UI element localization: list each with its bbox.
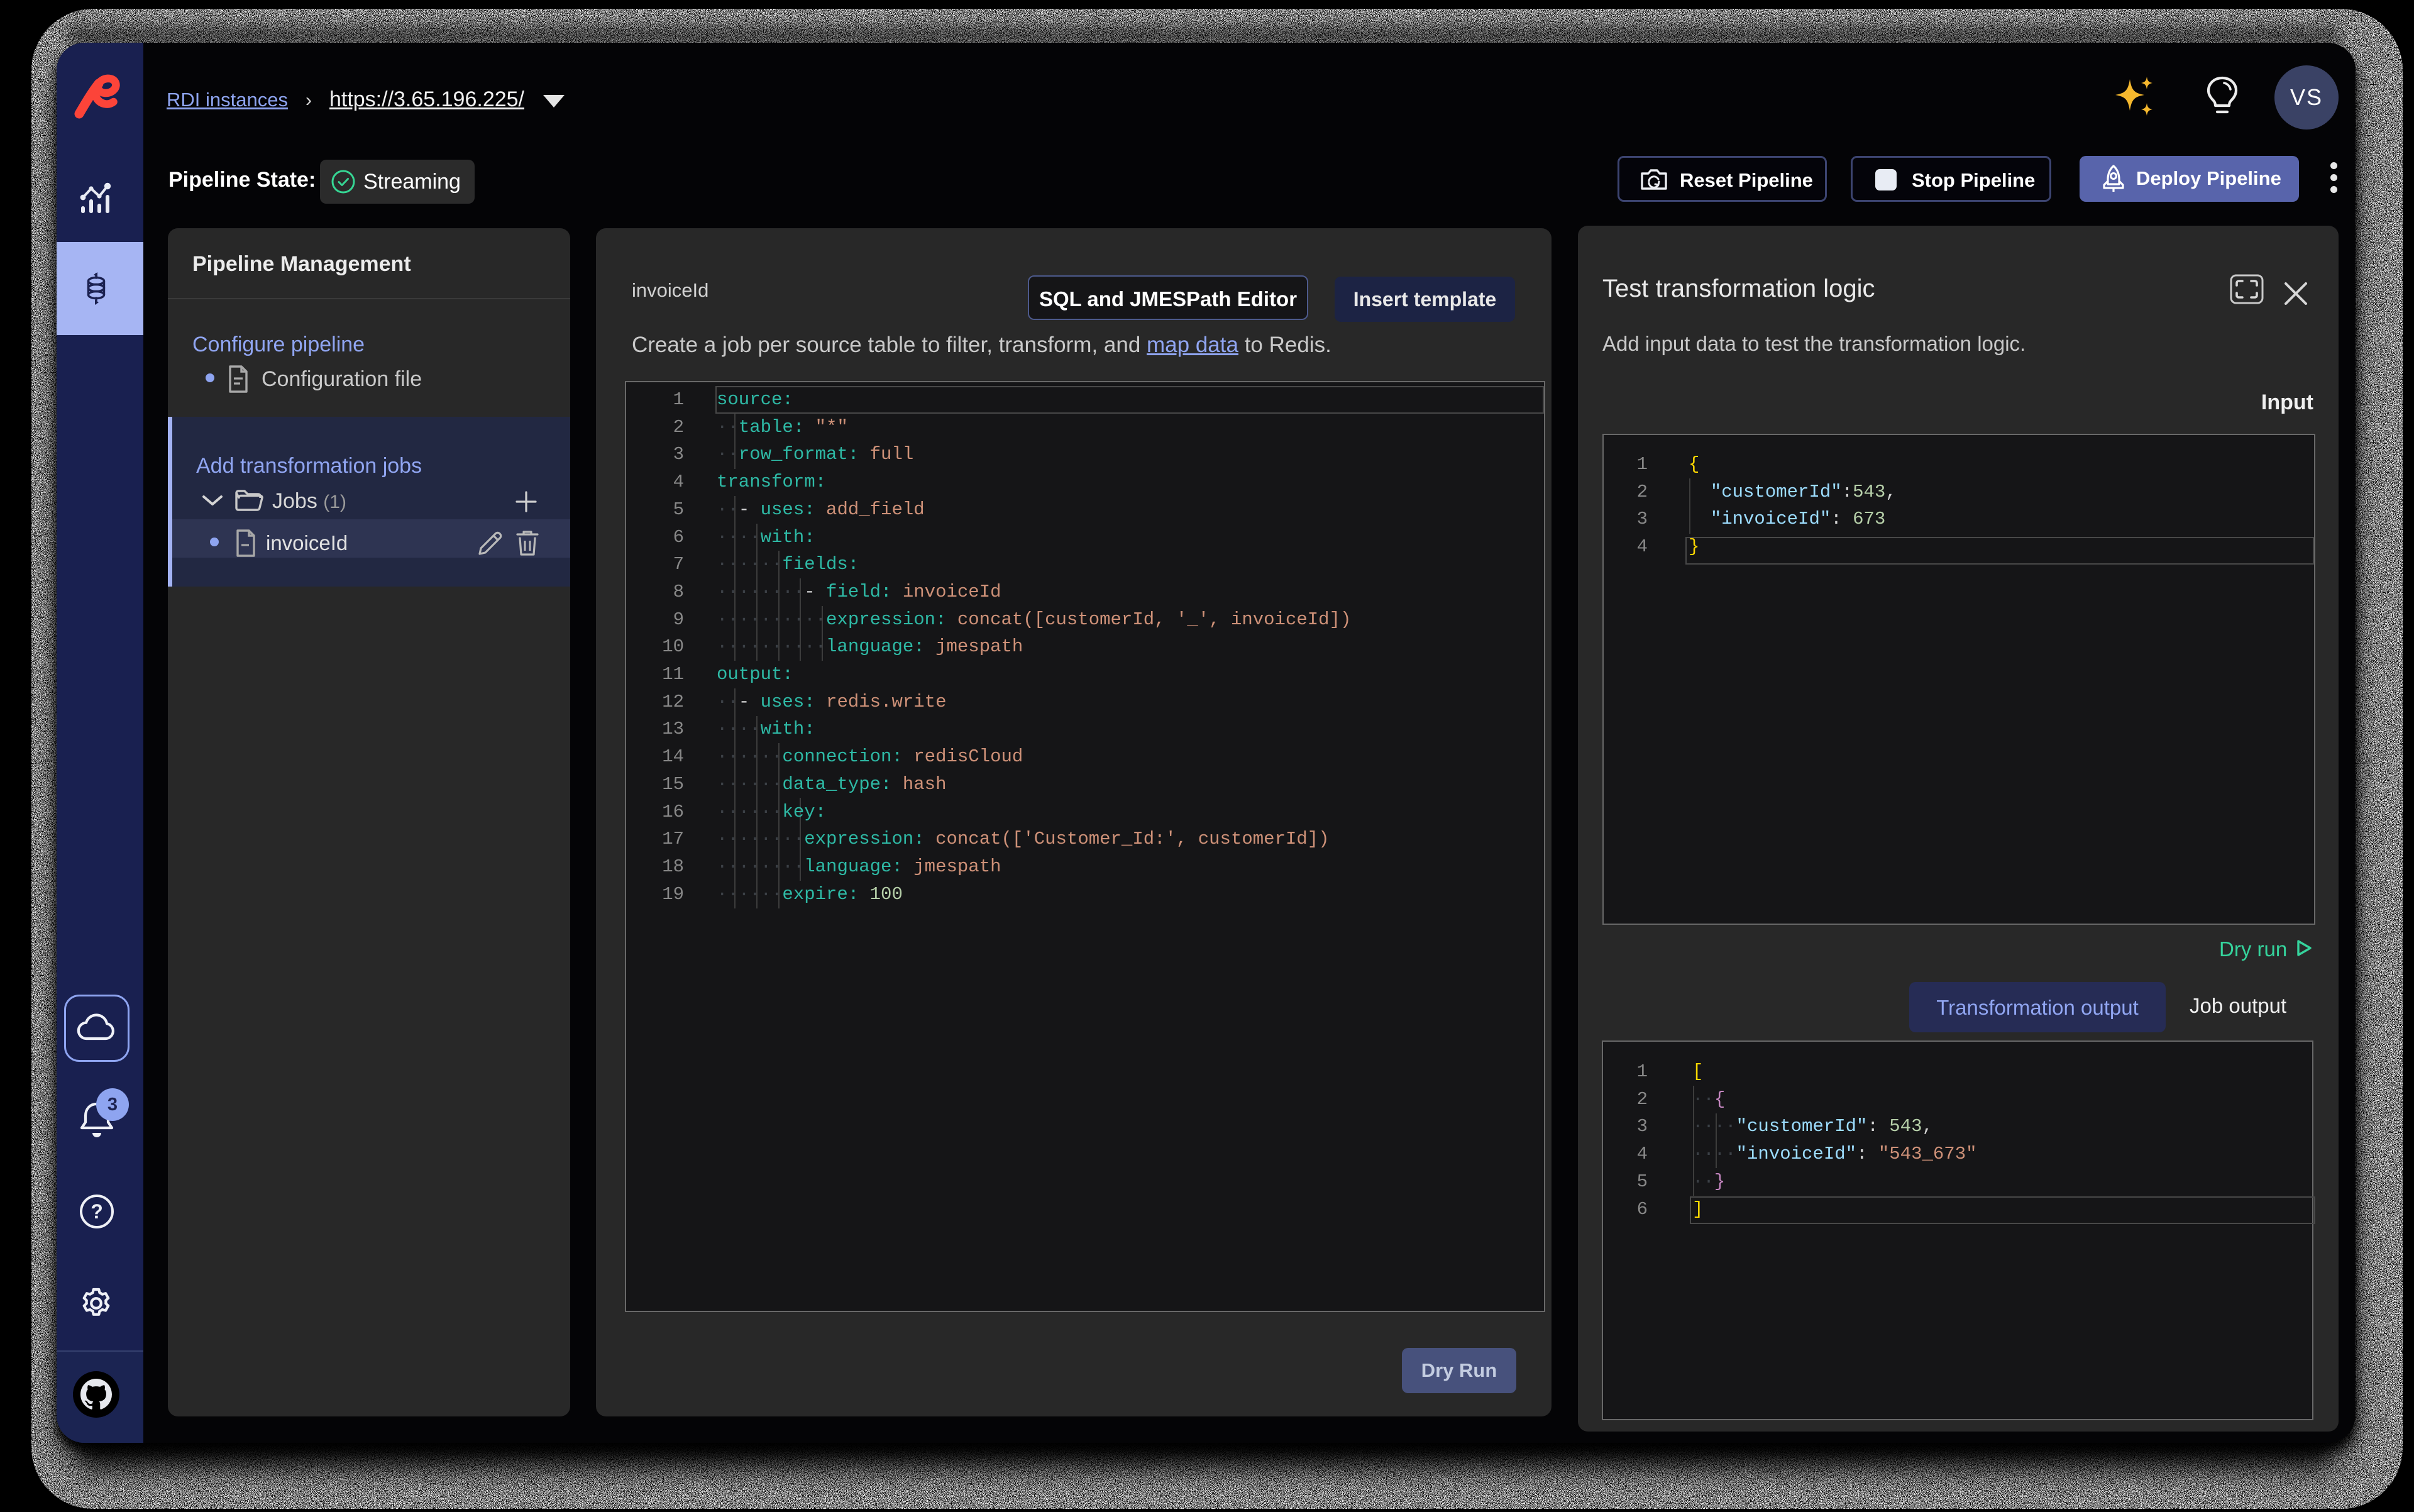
svg-text:?: ? bbox=[91, 1200, 103, 1223]
